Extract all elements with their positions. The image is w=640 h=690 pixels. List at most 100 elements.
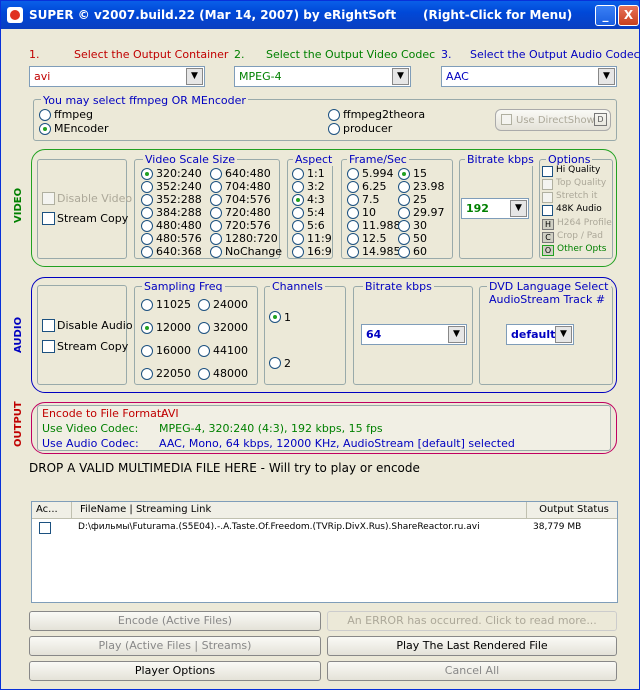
- scale-option-radio[interactable]: [210, 233, 222, 245]
- play-last-button[interactable]: Play The Last Rendered File: [327, 636, 617, 656]
- audio-stream-copy-checkbox[interactable]: [42, 340, 55, 353]
- chevron-down-icon[interactable]: ▼: [392, 68, 409, 85]
- freq-option-radio[interactable]: [198, 368, 210, 380]
- aspect-option-radio[interactable]: [292, 168, 304, 180]
- fps-option-radio[interactable]: [398, 194, 410, 206]
- h264-profile-button[interactable]: H: [542, 219, 554, 230]
- scale-option-radio[interactable]: [141, 181, 153, 193]
- fps-option-radio[interactable]: [347, 168, 359, 180]
- crop-pad-button[interactable]: C: [542, 232, 554, 243]
- output-video-value: MPEG-4, 320:240 (4:3), 192 kbps, 15 fps: [159, 422, 383, 435]
- aspect-option-radio[interactable]: [292, 246, 304, 258]
- audio-bitrate-select[interactable]: 64 ▼: [361, 324, 467, 345]
- aspect-option-radio[interactable]: [292, 207, 304, 219]
- aspect-option-radio[interactable]: [292, 181, 304, 193]
- fps-option-radio[interactable]: [347, 220, 359, 232]
- directshow-d-button[interactable]: D: [594, 113, 607, 126]
- other-opts-button[interactable]: O: [542, 245, 554, 256]
- top-quality-checkbox[interactable]: [542, 179, 553, 190]
- scale-option-radio[interactable]: [210, 168, 222, 180]
- other-opts-label: Other Opts: [557, 244, 607, 254]
- fps-option-radio[interactable]: [398, 207, 410, 219]
- top-quality-label: Top Quality: [556, 178, 607, 188]
- dvd-track-select[interactable]: default ▼: [506, 324, 574, 345]
- disable-video-checkbox[interactable]: [42, 192, 55, 205]
- scale-option-radio[interactable]: [141, 207, 153, 219]
- disable-video-label: Disable Video: [57, 192, 133, 205]
- freq-option-radio[interactable]: [141, 322, 153, 334]
- chevron-down-icon[interactable]: ▼: [448, 326, 465, 343]
- minimize-button[interactable]: _: [595, 5, 616, 26]
- use-directshow-button[interactable]: Use DirectShow D: [495, 109, 611, 131]
- ffmpeg-radio[interactable]: [39, 109, 51, 121]
- producer-label: producer: [343, 122, 393, 135]
- freq-option-radio[interactable]: [141, 345, 153, 357]
- error-button[interactable]: An ERROR has occurred. Click to read mor…: [327, 611, 617, 631]
- channel-2-radio[interactable]: [269, 357, 281, 369]
- scale-option-radio[interactable]: [141, 220, 153, 232]
- directshow-checkbox[interactable]: [501, 114, 512, 125]
- freq-option-radio[interactable]: [198, 345, 210, 357]
- aspect-option-label: 5:6: [307, 219, 325, 232]
- video-stream-copy-checkbox[interactable]: [42, 212, 55, 225]
- scale-option-radio[interactable]: [210, 207, 222, 219]
- chevron-down-icon[interactable]: ▼: [186, 68, 203, 85]
- mencoder-radio[interactable]: [39, 123, 51, 135]
- chevron-down-icon[interactable]: ▼: [510, 200, 527, 217]
- file-active-checkbox[interactable]: [39, 522, 51, 534]
- fps-option-radio[interactable]: [398, 246, 410, 258]
- chevron-down-icon[interactable]: ▼: [555, 326, 572, 343]
- cancel-all-button[interactable]: Cancel All: [327, 661, 617, 681]
- video-bitrate-select[interactable]: 192 ▼: [461, 198, 529, 219]
- ffmpeg2theora-radio[interactable]: [328, 109, 340, 121]
- scale-option-radio[interactable]: [210, 220, 222, 232]
- container-select[interactable]: avi ▼: [29, 66, 205, 87]
- video-bitrate-value: 192: [466, 202, 489, 215]
- aspect-option-radio[interactable]: [292, 220, 304, 232]
- freq-option-radio[interactable]: [141, 368, 153, 380]
- freq-option-radio[interactable]: [198, 299, 210, 311]
- hi-quality-checkbox[interactable]: [542, 166, 553, 177]
- play-active-button[interactable]: Play (Active Files | Streams): [29, 636, 321, 656]
- scale-option-radio[interactable]: [141, 168, 153, 180]
- close-button[interactable]: X: [618, 5, 639, 26]
- aspect-option-radio[interactable]: [292, 233, 304, 245]
- scale-option-radio[interactable]: [210, 246, 222, 258]
- scale-option-radio[interactable]: [141, 194, 153, 206]
- scale-option-radio[interactable]: [210, 181, 222, 193]
- audio-codec-select[interactable]: AAC ▼: [441, 66, 617, 87]
- file-list[interactable]: Ac... FileName | Streaming Link Output S…: [31, 501, 618, 603]
- col-active[interactable]: Ac...: [32, 502, 72, 519]
- producer-radio[interactable]: [328, 123, 340, 135]
- col-status[interactable]: Output Status: [527, 502, 617, 519]
- fps-option-radio[interactable]: [398, 168, 410, 180]
- fps-option-radio[interactable]: [347, 207, 359, 219]
- fps-option-radio[interactable]: [347, 233, 359, 245]
- scale-option-radio[interactable]: [141, 246, 153, 258]
- aspect-option-radio[interactable]: [292, 194, 304, 206]
- fps-option-radio[interactable]: [398, 233, 410, 245]
- fps-option-radio[interactable]: [347, 246, 359, 258]
- col-filename[interactable]: FileName | Streaming Link: [72, 502, 527, 519]
- channel-1-radio[interactable]: [269, 311, 281, 323]
- title-bar[interactable]: SUPER © v2007.build.22 (Mar 14, 2007) by…: [1, 1, 639, 29]
- app-icon[interactable]: [7, 7, 23, 23]
- scale-option-radio[interactable]: [210, 194, 222, 206]
- stretch-checkbox[interactable]: [542, 192, 553, 203]
- freq-option-radio[interactable]: [141, 299, 153, 311]
- fps-option-radio[interactable]: [347, 181, 359, 193]
- aspect-option-label: 5:4: [307, 206, 325, 219]
- disable-audio-checkbox[interactable]: [42, 319, 55, 332]
- freq-option-radio[interactable]: [198, 322, 210, 334]
- chevron-down-icon[interactable]: ▼: [598, 68, 615, 85]
- scale-option-radio[interactable]: [141, 233, 153, 245]
- video-codec-select[interactable]: MPEG-4 ▼: [234, 66, 411, 87]
- 48k-audio-checkbox[interactable]: [542, 205, 553, 216]
- table-row[interactable]: D:\фильмы\Futurama.(S5E04).-.A.Taste.Of.…: [32, 521, 617, 537]
- fps-option-radio[interactable]: [347, 194, 359, 206]
- encode-button[interactable]: Encode (Active Files): [29, 611, 321, 631]
- fps-option-radio[interactable]: [398, 181, 410, 193]
- stretch-label: Stretch it: [556, 191, 598, 201]
- player-options-button[interactable]: Player Options: [29, 661, 321, 681]
- fps-option-radio[interactable]: [398, 220, 410, 232]
